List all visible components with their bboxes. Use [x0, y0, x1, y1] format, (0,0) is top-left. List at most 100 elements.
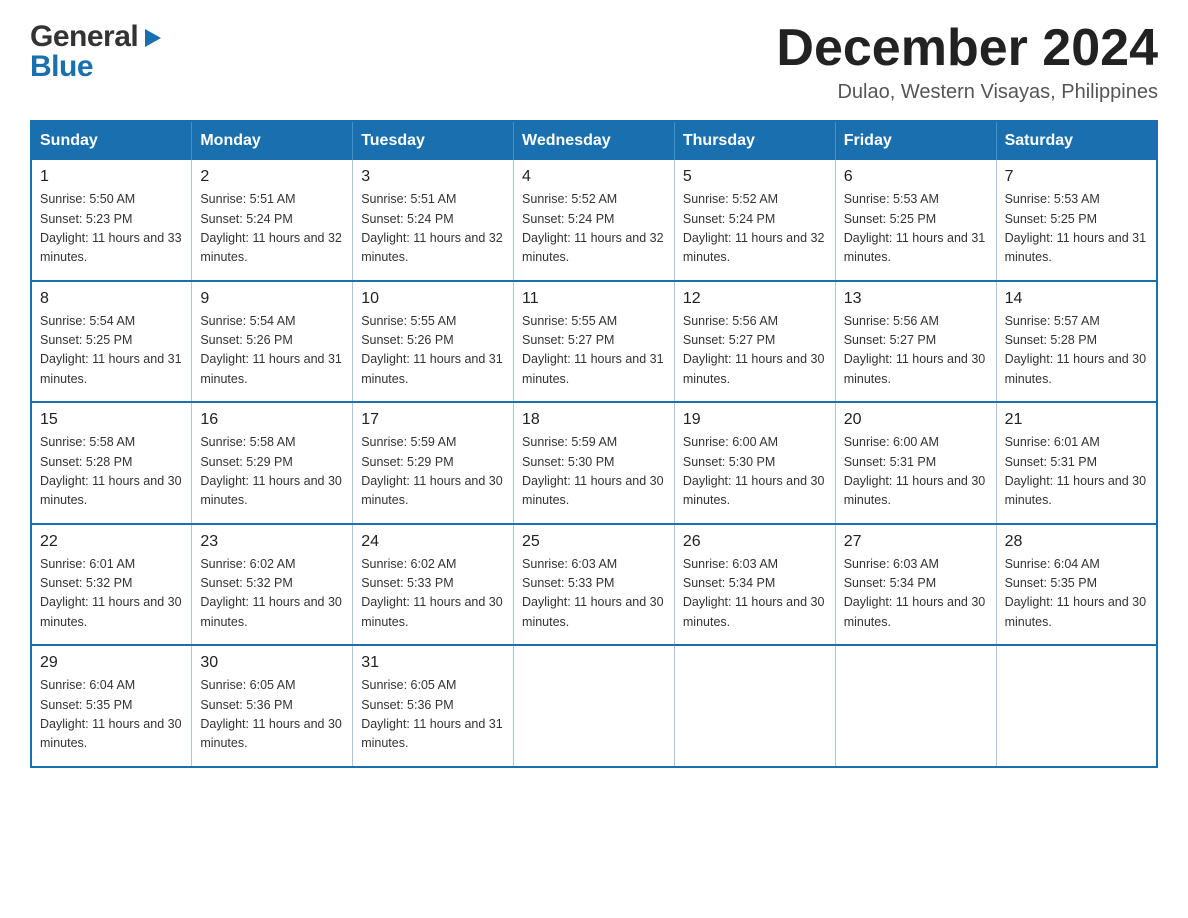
- day-info: Sunrise: 6:03 AMSunset: 5:33 PMDaylight:…: [522, 555, 666, 633]
- week-row-5: 29Sunrise: 6:04 AMSunset: 5:35 PMDayligh…: [31, 645, 1157, 767]
- calendar-cell: 7 Sunrise: 5:53 AMSunset: 5:25 PMDaylight…: [996, 160, 1157, 281]
- calendar-cell: 13 Sunrise: 5:56 AMSunset: 5:27 PMDayligh…: [835, 281, 996, 403]
- day-info: Sunrise: 5:53 AMSunset: 5:25 PMDaylight:…: [844, 190, 988, 268]
- day-number: 16: [200, 411, 344, 429]
- logo-blue: Blue: [30, 50, 93, 84]
- calendar-header: SundayMondayTuesdayWednesdayThursdayFrid…: [31, 121, 1157, 160]
- calendar-cell: 6 Sunrise: 5:53 AMSunset: 5:25 PMDaylight…: [835, 160, 996, 281]
- day-info: Sunrise: 5:54 AMSunset: 5:26 PMDaylight:…: [200, 312, 344, 390]
- calendar-cell: 3 Sunrise: 5:51 AMSunset: 5:24 PMDaylight…: [353, 160, 514, 281]
- day-number: 7: [1005, 168, 1148, 186]
- header-saturday: Saturday: [996, 121, 1157, 160]
- day-number: 19: [683, 411, 827, 429]
- calendar-cell: 18Sunrise: 5:59 AMSunset: 5:30 PMDayligh…: [514, 402, 675, 524]
- calendar-cell: 27 Sunrise: 6:03 AMSunset: 5:34 PMDayligh…: [835, 524, 996, 646]
- day-info: Sunrise: 6:04 AMSunset: 5:35 PMDaylight:…: [1005, 555, 1148, 633]
- calendar-body: 1 Sunrise: 5:50 AMSunset: 5:23 PMDaylight…: [31, 160, 1157, 767]
- logo: General Blue: [30, 20, 163, 84]
- day-number: 6: [844, 168, 988, 186]
- calendar-cell: 14 Sunrise: 5:57 AMSunset: 5:28 PMDayligh…: [996, 281, 1157, 403]
- day-number: 5: [683, 168, 827, 186]
- calendar-cell: [835, 645, 996, 767]
- day-info: Sunrise: 6:01 AMSunset: 5:32 PMDaylight:…: [40, 555, 183, 633]
- day-info: Sunrise: 6:04 AMSunset: 5:35 PMDaylight:…: [40, 676, 183, 754]
- calendar-cell: 15 Sunrise: 5:58 AMSunset: 5:28 PMDayligh…: [31, 402, 192, 524]
- calendar-cell: 24Sunrise: 6:02 AMSunset: 5:33 PMDayligh…: [353, 524, 514, 646]
- day-info: Sunrise: 5:58 AMSunset: 5:29 PMDaylight:…: [200, 433, 344, 511]
- day-number: 13: [844, 290, 988, 308]
- day-info: Sunrise: 5:55 AMSunset: 5:27 PMDaylight:…: [522, 312, 666, 390]
- day-info: Sunrise: 5:56 AMSunset: 5:27 PMDaylight:…: [683, 312, 827, 390]
- calendar-cell: 16 Sunrise: 5:58 AMSunset: 5:29 PMDayligh…: [192, 402, 353, 524]
- day-number: 27: [844, 533, 988, 551]
- day-number: 15: [40, 411, 183, 429]
- calendar-cell: 19 Sunrise: 6:00 AMSunset: 5:30 PMDayligh…: [674, 402, 835, 524]
- header-thursday: Thursday: [674, 121, 835, 160]
- day-number: 8: [40, 290, 183, 308]
- day-number: 20: [844, 411, 988, 429]
- calendar-cell: 4 Sunrise: 5:52 AMSunset: 5:24 PMDaylight…: [514, 160, 675, 281]
- day-info: Sunrise: 5:51 AMSunset: 5:24 PMDaylight:…: [200, 190, 344, 268]
- calendar-cell: 26 Sunrise: 6:03 AMSunset: 5:34 PMDayligh…: [674, 524, 835, 646]
- day-number: 11: [522, 290, 666, 308]
- calendar-cell: [996, 645, 1157, 767]
- day-info: Sunrise: 6:02 AMSunset: 5:33 PMDaylight:…: [361, 555, 505, 633]
- day-number: 22: [40, 533, 183, 551]
- day-info: Sunrise: 5:58 AMSunset: 5:28 PMDaylight:…: [40, 433, 183, 511]
- day-info: Sunrise: 6:02 AMSunset: 5:32 PMDaylight:…: [200, 555, 344, 633]
- calendar-cell: 30 Sunrise: 6:05 AMSunset: 5:36 PMDayligh…: [192, 645, 353, 767]
- calendar-cell: 12 Sunrise: 5:56 AMSunset: 5:27 PMDayligh…: [674, 281, 835, 403]
- logo-arrow-icon: [141, 27, 163, 49]
- day-info: Sunrise: 5:54 AMSunset: 5:25 PMDaylight:…: [40, 312, 183, 390]
- day-number: 30: [200, 654, 344, 672]
- title-section: December 2024 Dulao, Western Visayas, Ph…: [776, 20, 1158, 104]
- day-info: Sunrise: 5:52 AMSunset: 5:24 PMDaylight:…: [522, 190, 666, 268]
- calendar-cell: 2Sunrise: 5:51 AMSunset: 5:24 PMDaylight…: [192, 160, 353, 281]
- day-info: Sunrise: 6:03 AMSunset: 5:34 PMDaylight:…: [844, 555, 988, 633]
- day-info: Sunrise: 6:03 AMSunset: 5:34 PMDaylight:…: [683, 555, 827, 633]
- logo-general: General: [30, 20, 138, 54]
- day-info: Sunrise: 5:59 AMSunset: 5:30 PMDaylight:…: [522, 433, 666, 511]
- day-info: Sunrise: 6:05 AMSunset: 5:36 PMDaylight:…: [200, 676, 344, 754]
- day-number: 17: [361, 411, 505, 429]
- day-info: Sunrise: 5:52 AMSunset: 5:24 PMDaylight:…: [683, 190, 827, 268]
- day-number: 23: [200, 533, 344, 551]
- calendar-cell: 25Sunrise: 6:03 AMSunset: 5:33 PMDayligh…: [514, 524, 675, 646]
- calendar-cell: 10Sunrise: 5:55 AMSunset: 5:26 PMDayligh…: [353, 281, 514, 403]
- day-number: 9: [200, 290, 344, 308]
- calendar-cell: 29Sunrise: 6:04 AMSunset: 5:35 PMDayligh…: [31, 645, 192, 767]
- calendar-cell: 23 Sunrise: 6:02 AMSunset: 5:32 PMDayligh…: [192, 524, 353, 646]
- day-info: Sunrise: 6:00 AMSunset: 5:30 PMDaylight:…: [683, 433, 827, 511]
- day-number: 3: [361, 168, 505, 186]
- page-header: General Blue December 2024 Dulao, Wester…: [30, 20, 1158, 104]
- day-info: Sunrise: 5:57 AMSunset: 5:28 PMDaylight:…: [1005, 312, 1148, 390]
- calendar-cell: 9 Sunrise: 5:54 AMSunset: 5:26 PMDaylight…: [192, 281, 353, 403]
- day-info: Sunrise: 5:56 AMSunset: 5:27 PMDaylight:…: [844, 312, 988, 390]
- header-monday: Monday: [192, 121, 353, 160]
- day-info: Sunrise: 5:55 AMSunset: 5:26 PMDaylight:…: [361, 312, 505, 390]
- day-info: Sunrise: 5:53 AMSunset: 5:25 PMDaylight:…: [1005, 190, 1148, 268]
- calendar-cell: 20 Sunrise: 6:00 AMSunset: 5:31 PMDayligh…: [835, 402, 996, 524]
- day-number: 12: [683, 290, 827, 308]
- week-row-3: 15 Sunrise: 5:58 AMSunset: 5:28 PMDayligh…: [31, 402, 1157, 524]
- header-tuesday: Tuesday: [353, 121, 514, 160]
- calendar-cell: [674, 645, 835, 767]
- header-friday: Friday: [835, 121, 996, 160]
- calendar-cell: 1 Sunrise: 5:50 AMSunset: 5:23 PMDaylight…: [31, 160, 192, 281]
- calendar-cell: 31Sunrise: 6:05 AMSunset: 5:36 PMDayligh…: [353, 645, 514, 767]
- calendar-cell: [514, 645, 675, 767]
- day-info: Sunrise: 5:51 AMSunset: 5:24 PMDaylight:…: [361, 190, 505, 268]
- calendar-cell: 11 Sunrise: 5:55 AMSunset: 5:27 PMDayligh…: [514, 281, 675, 403]
- week-row-2: 8 Sunrise: 5:54 AMSunset: 5:25 PMDaylight…: [31, 281, 1157, 403]
- day-number: 21: [1005, 411, 1148, 429]
- calendar-cell: 22 Sunrise: 6:01 AMSunset: 5:32 PMDayligh…: [31, 524, 192, 646]
- day-number: 14: [1005, 290, 1148, 308]
- day-number: 26: [683, 533, 827, 551]
- calendar-cell: 17 Sunrise: 5:59 AMSunset: 5:29 PMDayligh…: [353, 402, 514, 524]
- day-info: Sunrise: 5:50 AMSunset: 5:23 PMDaylight:…: [40, 190, 183, 268]
- day-number: 1: [40, 168, 183, 186]
- calendar-table: SundayMondayTuesdayWednesdayThursdayFrid…: [30, 120, 1158, 768]
- day-number: 4: [522, 168, 666, 186]
- day-info: Sunrise: 5:59 AMSunset: 5:29 PMDaylight:…: [361, 433, 505, 511]
- day-info: Sunrise: 6:00 AMSunset: 5:31 PMDaylight:…: [844, 433, 988, 511]
